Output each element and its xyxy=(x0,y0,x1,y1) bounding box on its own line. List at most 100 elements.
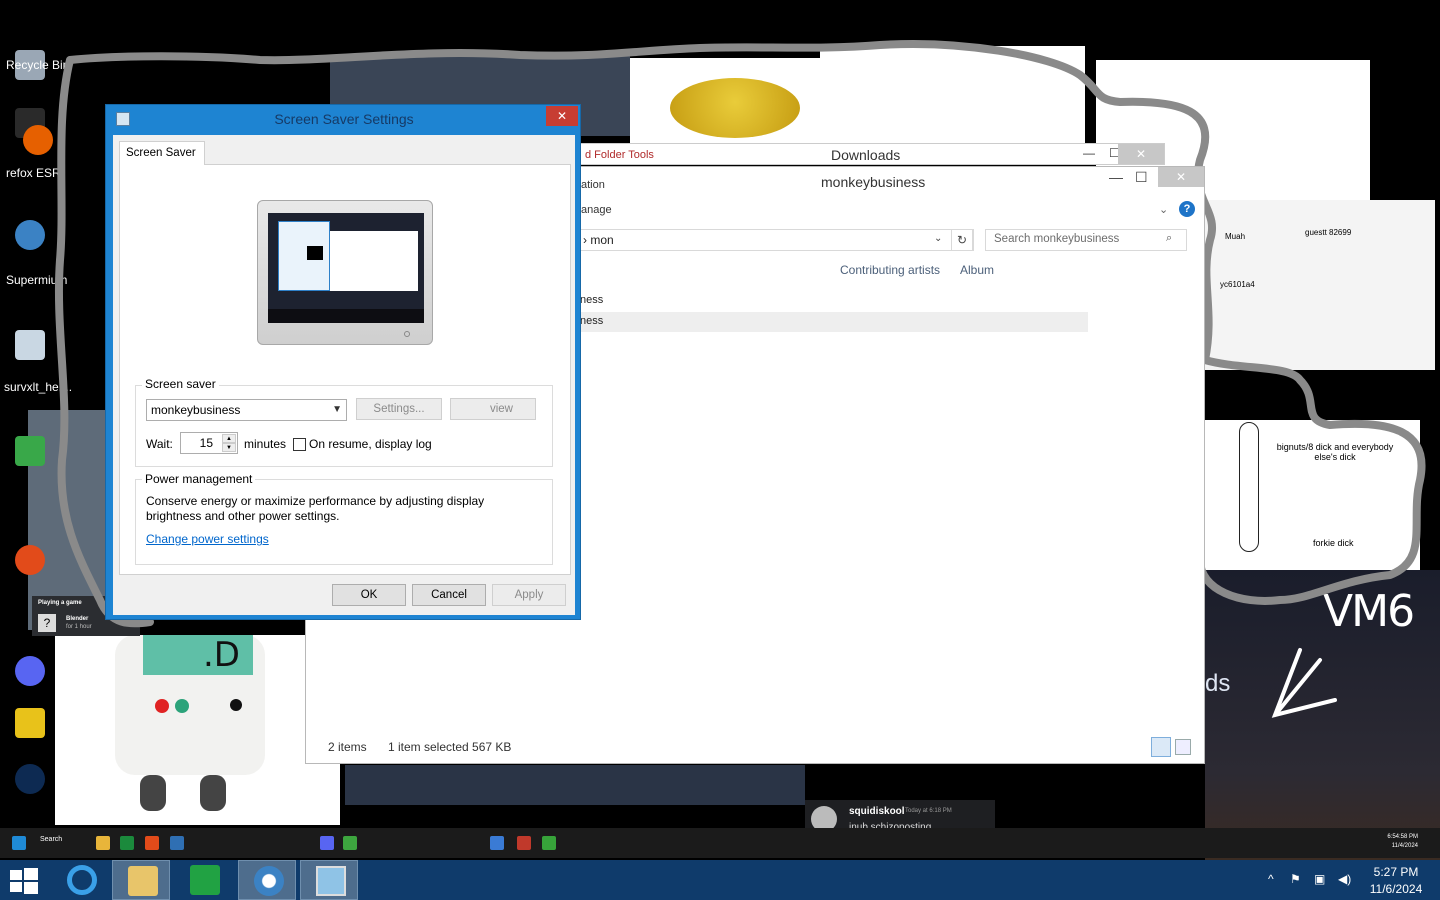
large-icons-view-icon[interactable] xyxy=(1175,739,1191,755)
drawn-text-vm6: VM6 xyxy=(1323,586,1415,637)
preview-screen xyxy=(268,213,424,323)
taskbar-screen-saver-settings[interactable] xyxy=(300,860,358,900)
collage-image-sketch: guestt 82699 yc6101a4 Muah xyxy=(1205,200,1435,370)
wait-label: Wait: xyxy=(146,437,173,451)
address-bar[interactable]: › mon xyxy=(576,229,974,251)
column-header-contributing-artists[interactable]: Contributing artists xyxy=(840,263,940,277)
stepper-down-icon[interactable]: ▼ xyxy=(222,443,236,452)
volume-icon[interactable]: ◀) xyxy=(1338,872,1351,886)
start-button[interactable] xyxy=(10,868,38,894)
action-center-flag-icon[interactable]: ⚑ xyxy=(1290,872,1301,886)
search-icon[interactable]: ⌕ xyxy=(1166,232,1172,245)
firefox-icon[interactable] xyxy=(10,125,66,157)
collage-text-muah: Muah xyxy=(1225,232,1246,241)
collage-text-guest: guestt 82699 xyxy=(1305,228,1352,237)
monitor-power-led-icon xyxy=(404,331,410,337)
explorer-window-title: monkeybusiness xyxy=(821,174,926,190)
discord-icon[interactable] xyxy=(2,656,58,688)
inner-app2-icon xyxy=(517,836,531,850)
settings-button[interactable]: Settings... xyxy=(356,398,442,420)
change-power-settings-link[interactable]: Change power settings xyxy=(146,532,269,546)
collage-image-racing xyxy=(345,765,805,805)
ribbon-expand-chevron-icon[interactable]: ⌄ xyxy=(1159,203,1168,216)
discord-activity-game: Blender xyxy=(66,616,89,622)
apply-button[interactable]: Apply xyxy=(492,584,566,606)
preview-monitor xyxy=(257,200,433,345)
screen-saver-select[interactable]: monkeybusiness ▼ xyxy=(146,399,347,421)
taskbar-internet-explorer[interactable] xyxy=(52,860,110,900)
inner-edge-icon xyxy=(120,836,134,850)
folder-tools-tab[interactable]: d Folder Tools xyxy=(585,149,654,161)
taskbar-store[interactable] xyxy=(175,860,233,900)
beamng-icon[interactable] xyxy=(2,545,58,577)
screen-saver-select-value: monkeybusiness xyxy=(151,403,241,417)
cancel-button[interactable]: Cancel xyxy=(412,584,486,606)
dialog-body: Screen Saver Screen saver monkeybusiness… xyxy=(113,135,575,615)
file-name: ness xyxy=(580,294,604,306)
power-description-line-2: brightness and other power settings. xyxy=(146,509,340,523)
supermium-icon[interactable] xyxy=(2,220,58,252)
column-header-album[interactable]: Album xyxy=(960,263,994,277)
show-hidden-icons-chevron-icon[interactable]: ^ xyxy=(1268,872,1274,886)
screen-saver-settings-dialog: Screen Saver Settings ✕ Screen Saver Scr… xyxy=(105,104,581,620)
file-name: ness xyxy=(580,315,604,327)
collage-text-forkie: forkie dick xyxy=(1313,538,1354,548)
collage-text-bignuts: bignuts/8 dick and everybody else's dick xyxy=(1276,442,1394,462)
bluestacks-icon[interactable] xyxy=(2,436,58,468)
inner-app-icon xyxy=(490,836,504,850)
taskbar: ^ ⚑ ▣ ◀) 5:27 PM 11/6/2024 xyxy=(0,860,1440,900)
collage-image-banana xyxy=(630,58,820,150)
status-selection: 1 item selected 567 KB xyxy=(388,740,512,754)
ribbon-tab-manage[interactable]: anage xyxy=(581,204,612,216)
collage-image-plush: .D xyxy=(55,635,340,825)
explorer-maximize-button[interactable]: ☐ xyxy=(1135,169,1148,186)
refresh-icon[interactable]: ↻ xyxy=(951,229,973,251)
ubisoft-icon[interactable] xyxy=(2,764,58,796)
explorer-minimize-button[interactable]: — xyxy=(1109,169,1123,185)
wait-minutes-stepper[interactable]: 15 ▲ ▼ xyxy=(180,432,238,454)
taskbar-clock[interactable]: 5:27 PM 11/6/2024 xyxy=(1356,864,1436,898)
taskbar-file-explorer[interactable] xyxy=(112,860,170,900)
resume-logon-checkbox[interactable] xyxy=(293,438,306,451)
folder-icon xyxy=(128,866,158,896)
preview-button[interactable]: view xyxy=(450,398,536,420)
help-icon[interactable]: ? xyxy=(1179,201,1195,217)
dialog-close-button[interactable]: ✕ xyxy=(546,106,578,126)
inner-folder-icon xyxy=(96,836,110,850)
taskbar-supermium[interactable] xyxy=(238,860,296,900)
inner-clock: 6:54:58 PM 11/4/2024 xyxy=(1387,833,1418,851)
ok-button[interactable]: OK xyxy=(332,584,406,606)
minutes-label: minutes xyxy=(244,437,287,451)
ribbon-tab-application[interactable]: ation xyxy=(581,179,605,191)
tab-screen-saver[interactable]: Screen Saver xyxy=(119,141,205,165)
collage-text-yc: yc6101a4 xyxy=(1220,280,1255,289)
collage-text-ds: ds xyxy=(1205,670,1231,697)
wait-minutes-value: 15 xyxy=(199,436,213,450)
stepper-up-icon[interactable]: ▲ xyxy=(222,434,236,443)
inner-xbox-icon xyxy=(343,836,357,850)
search-input[interactable]: Search monkeybusiness xyxy=(985,229,1187,251)
inner-steam-icon xyxy=(170,836,184,850)
power-description-line-1: Conserve energy or maximize performance … xyxy=(146,494,485,508)
desktop-label-survxlt: survxlt_her... xyxy=(4,380,73,394)
file-row-selected[interactable]: ness xyxy=(576,312,1088,332)
chevron-down-icon: ▼ xyxy=(332,404,342,415)
store-bag-icon xyxy=(190,865,220,895)
downloads-close-button[interactable]: ✕ xyxy=(1118,144,1164,164)
clock-time: 5:27 PM xyxy=(1373,865,1419,879)
collage-image-cartoon xyxy=(820,46,1085,146)
address-dropdown-icon[interactable]: ⌄ xyxy=(934,233,942,244)
geometry-dash-icon[interactable] xyxy=(2,708,58,740)
downloads-minimize-button[interactable]: — xyxy=(1083,146,1095,160)
survxlt-file-icon[interactable] xyxy=(2,330,58,362)
details-view-icon[interactable] xyxy=(1151,737,1171,757)
explorer-close-button[interactable]: ✕ xyxy=(1158,167,1204,187)
file-row[interactable]: ness xyxy=(576,291,1088,311)
inner-discord-icon xyxy=(320,836,334,850)
game-question-icon: ? xyxy=(38,614,56,632)
desktop-label-supermium: Supermium xyxy=(6,273,68,287)
network-icon[interactable]: ▣ xyxy=(1314,872,1325,886)
downloads-window-titlebar[interactable]: d Folder Tools Downloads — ☐ ✕ xyxy=(580,143,1165,165)
chat-username: squidiskool xyxy=(849,806,905,817)
inner-clock-date: 11/4/2024 xyxy=(1391,843,1418,849)
